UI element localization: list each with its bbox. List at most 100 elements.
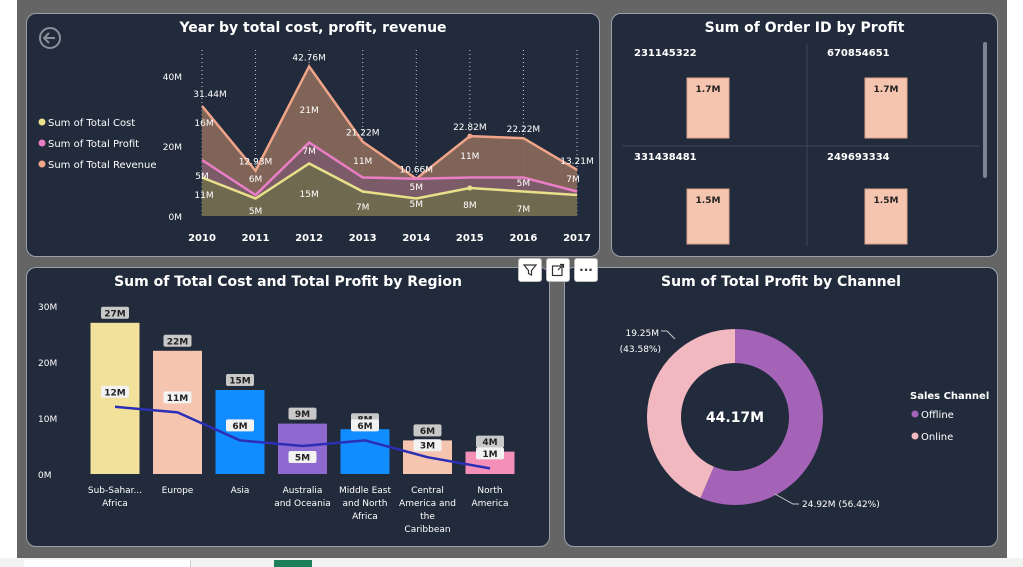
- order-cards: 231145322 1.7M 670854651 1.7M 331438481 1.5M 2…: [622, 42, 987, 246]
- profit-data-label: 7M: [566, 175, 580, 185]
- profit-data-label: 1M: [482, 450, 497, 460]
- legend-swatch: [38, 118, 46, 126]
- y-tick-label: 20M: [163, 143, 182, 153]
- profit-data-label: 5M: [295, 454, 310, 464]
- focus-mode-icon: [551, 263, 565, 277]
- legend-label: Offline: [921, 410, 954, 421]
- legend-swatch: [911, 410, 919, 418]
- cost-data-label: 15M: [229, 377, 251, 387]
- profit-data-label: 6M: [232, 422, 247, 432]
- x-tick-label: 2011: [242, 233, 270, 244]
- legend-swatch: [911, 432, 919, 440]
- online-data-label: (43.58%): [620, 345, 661, 355]
- more-options-button[interactable]: ···: [574, 258, 598, 282]
- offline-data-label: 24.92M (56.42%): [802, 500, 880, 510]
- add-page-tab[interactable]: [274, 560, 312, 567]
- x-tick-label: Australia: [283, 486, 323, 496]
- legend-label: Sum of Total Cost: [48, 118, 135, 129]
- cost-data-label: 5M: [410, 200, 424, 210]
- line-chart[interactable]: 0M 20M 40M 2010 2011 2012 2013 2014 2015 2016 2017…: [27, 14, 599, 256]
- x-tick-label: 2017: [563, 233, 591, 244]
- x-tick-label: 2016: [510, 233, 538, 244]
- cost-data-label: 7M: [517, 205, 531, 215]
- card-bar-label: 1.7M: [874, 85, 899, 95]
- x-tick-label: the: [420, 512, 435, 522]
- card-bar-label: 1.5M: [696, 196, 721, 206]
- revenue-data-label: 10.66M: [400, 166, 434, 176]
- x-tick-label: America and: [399, 499, 456, 509]
- cost-data-label: 15M: [300, 190, 319, 200]
- revenue-data-label: 22.22M: [507, 125, 541, 135]
- page-tab-1[interactable]: [24, 560, 109, 567]
- profit-data-label: 6M: [249, 175, 262, 185]
- profit-data-label: 11M: [167, 394, 189, 404]
- more-options-icon: ···: [579, 263, 593, 277]
- cost-bar: [278, 423, 327, 474]
- x-tick-label: Asia: [231, 486, 250, 496]
- legend-swatch: [38, 139, 46, 147]
- cost-data-label: 22M: [167, 337, 189, 347]
- cost-data-label: 5M: [249, 207, 262, 217]
- cost-data-label: 7M: [356, 203, 370, 213]
- x-tick-label: Sub-Sahar...: [88, 486, 142, 496]
- x-tick-label: 2014: [402, 233, 430, 244]
- legend-swatch: [38, 160, 46, 168]
- x-tick-label: and North: [343, 499, 388, 509]
- x-tick-label: 2015: [456, 233, 484, 244]
- y-tick-label: 20M: [38, 359, 57, 369]
- order-cards-panel[interactable]: Sum of Order ID by Profit 231145322 1.7M 6…: [611, 13, 998, 257]
- profit-data-label: 11M: [353, 157, 372, 167]
- legend-title: Sales Channel: [910, 391, 989, 402]
- revenue-data-label: 21.22M: [346, 129, 380, 139]
- revenue-data-label: 12.93M: [239, 158, 273, 168]
- page-tab-2[interactable]: [108, 560, 191, 567]
- x-tick-label: North: [477, 486, 502, 496]
- region-chart-panel[interactable]: Sum of Total Cost and Total Profit by Re…: [26, 267, 550, 547]
- y-tick-label: 40M: [163, 73, 182, 83]
- profit-data-label: 7M: [302, 147, 316, 157]
- line-chart-panel[interactable]: Year by total cost, profit, revenue 0M 20…: [26, 13, 600, 257]
- x-tick-label: 2012: [295, 233, 323, 244]
- report-canvas: Year by total cost, profit, revenue 0M 20…: [17, 0, 1007, 558]
- online-data-label: 19.25M: [625, 329, 659, 339]
- revenue-data-label: 13.21M: [560, 157, 594, 167]
- revenue-extra-label: 16M: [194, 119, 213, 129]
- revenue-data-label: 31.44M: [193, 90, 227, 100]
- profit-data-label: 11M: [460, 152, 479, 162]
- x-tick-label: Europe: [162, 486, 194, 496]
- channel-donut[interactable]: 44.17M 24.92M (56.42%) 19.25M (43.58%) Sales…: [565, 268, 997, 546]
- online-leader-line: [661, 330, 676, 340]
- x-tick-label: Middle East: [339, 486, 391, 496]
- cost-bar: [90, 322, 140, 474]
- x-tick-label: Caribbean: [404, 525, 450, 535]
- revenue-data-label: 22.82M: [453, 123, 487, 133]
- x-tick-label: Africa: [102, 499, 128, 509]
- card-header: 670854651: [827, 48, 890, 59]
- cost-data-label: 11M: [194, 191, 213, 201]
- profit-data-label: 5M: [410, 183, 424, 193]
- card-header: 249693334: [827, 152, 890, 163]
- profit-data-label: 12M: [104, 388, 126, 398]
- x-tick-label: 2013: [349, 233, 377, 244]
- cost-data-label: 9M: [295, 410, 310, 420]
- channel-donut-panel[interactable]: Sum of Total Profit by Channel 44.17M 24.…: [564, 267, 998, 547]
- card-header: 331438481: [634, 152, 697, 163]
- profit-data-label: 3M: [420, 442, 435, 452]
- offline-leader-line: [774, 493, 799, 505]
- revenue-marker: [467, 133, 473, 139]
- focus-mode-button[interactable]: [546, 258, 570, 282]
- filter-button[interactable]: [518, 258, 542, 282]
- legend-label: Sum of Total Revenue: [48, 160, 157, 171]
- cost-data-label: 27M: [104, 309, 126, 319]
- donut-center-label: 44.17M: [706, 410, 764, 426]
- region-chart[interactable]: 0M10M20M30M27M22M15M9M8M6M4M12M11M6M5M6M…: [27, 268, 549, 546]
- filter-icon: [523, 264, 537, 276]
- cost-data-label: 4M: [482, 438, 497, 448]
- card-header: 231145322: [634, 48, 697, 59]
- cost-marker: [467, 185, 473, 191]
- revenue-extra-label: 21M: [300, 106, 319, 116]
- cost-data-label: 6M: [420, 427, 435, 437]
- profit-data-label: 5M: [517, 179, 531, 189]
- y-tick-label: 10M: [38, 415, 57, 425]
- cards-scrollbar: [983, 42, 987, 178]
